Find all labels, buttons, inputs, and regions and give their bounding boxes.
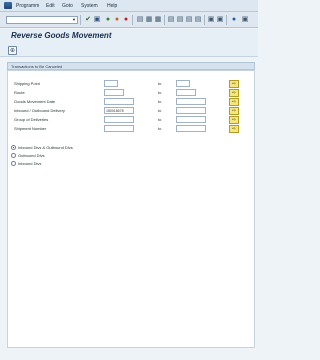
route-to-label: to: [158, 90, 162, 95]
application-toolbar: ⊕: [0, 43, 258, 57]
last-page-icon[interactable]: ▤: [194, 16, 202, 24]
toolbar-separator: [204, 15, 205, 25]
radio-inbound[interactable]: [11, 161, 16, 166]
execute-icon: ⊕: [9, 48, 16, 54]
enter-icon[interactable]: ✔: [84, 16, 92, 24]
toolbar-separator: [80, 15, 81, 25]
next-page-icon[interactable]: ▤: [185, 16, 193, 24]
exit-icon[interactable]: ●: [113, 16, 121, 24]
first-page-icon[interactable]: ▤: [167, 16, 175, 24]
group-title-bar: Transactions to Be Canceled: [7, 62, 255, 70]
multiple-selection-icon: ⇨: [231, 81, 237, 87]
command-field[interactable]: ▼: [6, 16, 78, 24]
standard-toolbar: ▼ ✔ ▣ ● ● ● ▤ ▦ ▦ ▤ ▤ ▤ ▤ ▣ ▣ ● ▣: [0, 12, 258, 28]
shipping-point-label: Shipping Point: [14, 81, 40, 86]
title-bar: Reverse Goods Movement: [0, 29, 258, 43]
multiple-selection-icon: ⇨: [231, 117, 237, 123]
shipping-point-to-input[interactable]: [176, 80, 190, 87]
save-icon[interactable]: ▣: [93, 16, 101, 24]
shipping-point-to-label: to: [158, 81, 162, 86]
goods-movement-date-to-input[interactable]: [176, 98, 206, 105]
page-title: Reverse Goods Movement: [11, 31, 112, 40]
goods-movement-date-multiple-selection-button[interactable]: ⇨: [229, 98, 239, 106]
find-next-icon[interactable]: ▦: [154, 16, 162, 24]
radio-inbound-and-outbound[interactable]: [11, 145, 16, 150]
shipment-number-label: Shipment Number: [14, 126, 47, 131]
radio-inbound-label: Inbound Dlvs: [18, 161, 42, 166]
shortcut-icon[interactable]: ▣: [216, 16, 224, 24]
goods-movement-date-from-input[interactable]: [104, 98, 134, 105]
menu-list-icon[interactable]: [4, 2, 12, 9]
multiple-selection-icon: ⇨: [231, 99, 237, 105]
toolbar-separator: [132, 15, 133, 25]
delivery-to-input[interactable]: [176, 107, 206, 114]
menu-bar: Programm Edit Goto System Help: [0, 0, 258, 12]
menu-programm[interactable]: Programm: [16, 3, 39, 9]
help-icon[interactable]: ●: [230, 16, 238, 24]
radio-outbound-label: Outbound Dlvs: [18, 153, 45, 158]
delivery-to-label: to: [158, 108, 162, 113]
back-icon[interactable]: ●: [104, 16, 112, 24]
menu-help[interactable]: Help: [107, 3, 117, 9]
print-icon[interactable]: ▤: [136, 16, 144, 24]
group-of-deliveries-multiple-selection-button[interactable]: ⇨: [229, 116, 239, 124]
shipment-number-from-input[interactable]: [104, 125, 134, 132]
group-of-deliveries-to-label: to: [158, 117, 162, 122]
toolbar-separator: [164, 15, 165, 25]
multiple-selection-icon: ⇨: [231, 90, 237, 96]
execute-button[interactable]: ⊕: [8, 46, 17, 55]
cancel-icon[interactable]: ●: [122, 16, 130, 24]
customize-icon[interactable]: ▣: [241, 16, 249, 24]
route-to-input[interactable]: [176, 89, 196, 96]
multiple-selection-icon: ⇨: [231, 126, 237, 132]
radio-outbound[interactable]: [11, 153, 16, 158]
shipment-number-multiple-selection-button[interactable]: ⇨: [229, 125, 239, 133]
shipment-number-to-label: to: [158, 126, 162, 131]
toolbar-separator: [226, 15, 227, 25]
radio-inbound-and-outbound-label: Inbound Dlvs & Outbound Dlvs: [18, 145, 73, 150]
shipping-point-multiple-selection-button[interactable]: ⇨: [229, 80, 239, 88]
goods-movement-date-label: Goods Movement Date: [14, 99, 56, 104]
route-multiple-selection-button[interactable]: ⇨: [229, 89, 239, 97]
menu-goto[interactable]: Goto: [62, 3, 73, 9]
group-title: Transactions to Be Canceled: [11, 64, 63, 69]
shipment-number-to-input[interactable]: [176, 125, 206, 132]
delivery-multiple-selection-button[interactable]: ⇨: [229, 107, 239, 115]
group-of-deliveries-from-input[interactable]: [104, 116, 134, 123]
shipping-point-from-input[interactable]: [104, 80, 118, 87]
menu-system[interactable]: System: [81, 3, 98, 9]
new-session-icon[interactable]: ▣: [207, 16, 215, 24]
route-from-input[interactable]: [104, 89, 124, 96]
group-of-deliveries-label: Group of Deliveries: [14, 117, 49, 122]
menu-edit[interactable]: Edit: [46, 3, 55, 9]
find-icon[interactable]: ▦: [145, 16, 153, 24]
chevron-down-icon[interactable]: ▼: [71, 17, 77, 23]
prev-page-icon[interactable]: ▤: [176, 16, 184, 24]
goods-movement-date-to-label: to: [158, 99, 162, 104]
group-of-deliveries-to-input[interactable]: [176, 116, 206, 123]
multiple-selection-icon: ⇨: [231, 108, 237, 114]
delivery-label: Inbound / Outbound Delivery: [14, 108, 65, 113]
route-label: Route: [14, 90, 25, 95]
delivery-from-input[interactable]: 180016678: [104, 107, 134, 114]
